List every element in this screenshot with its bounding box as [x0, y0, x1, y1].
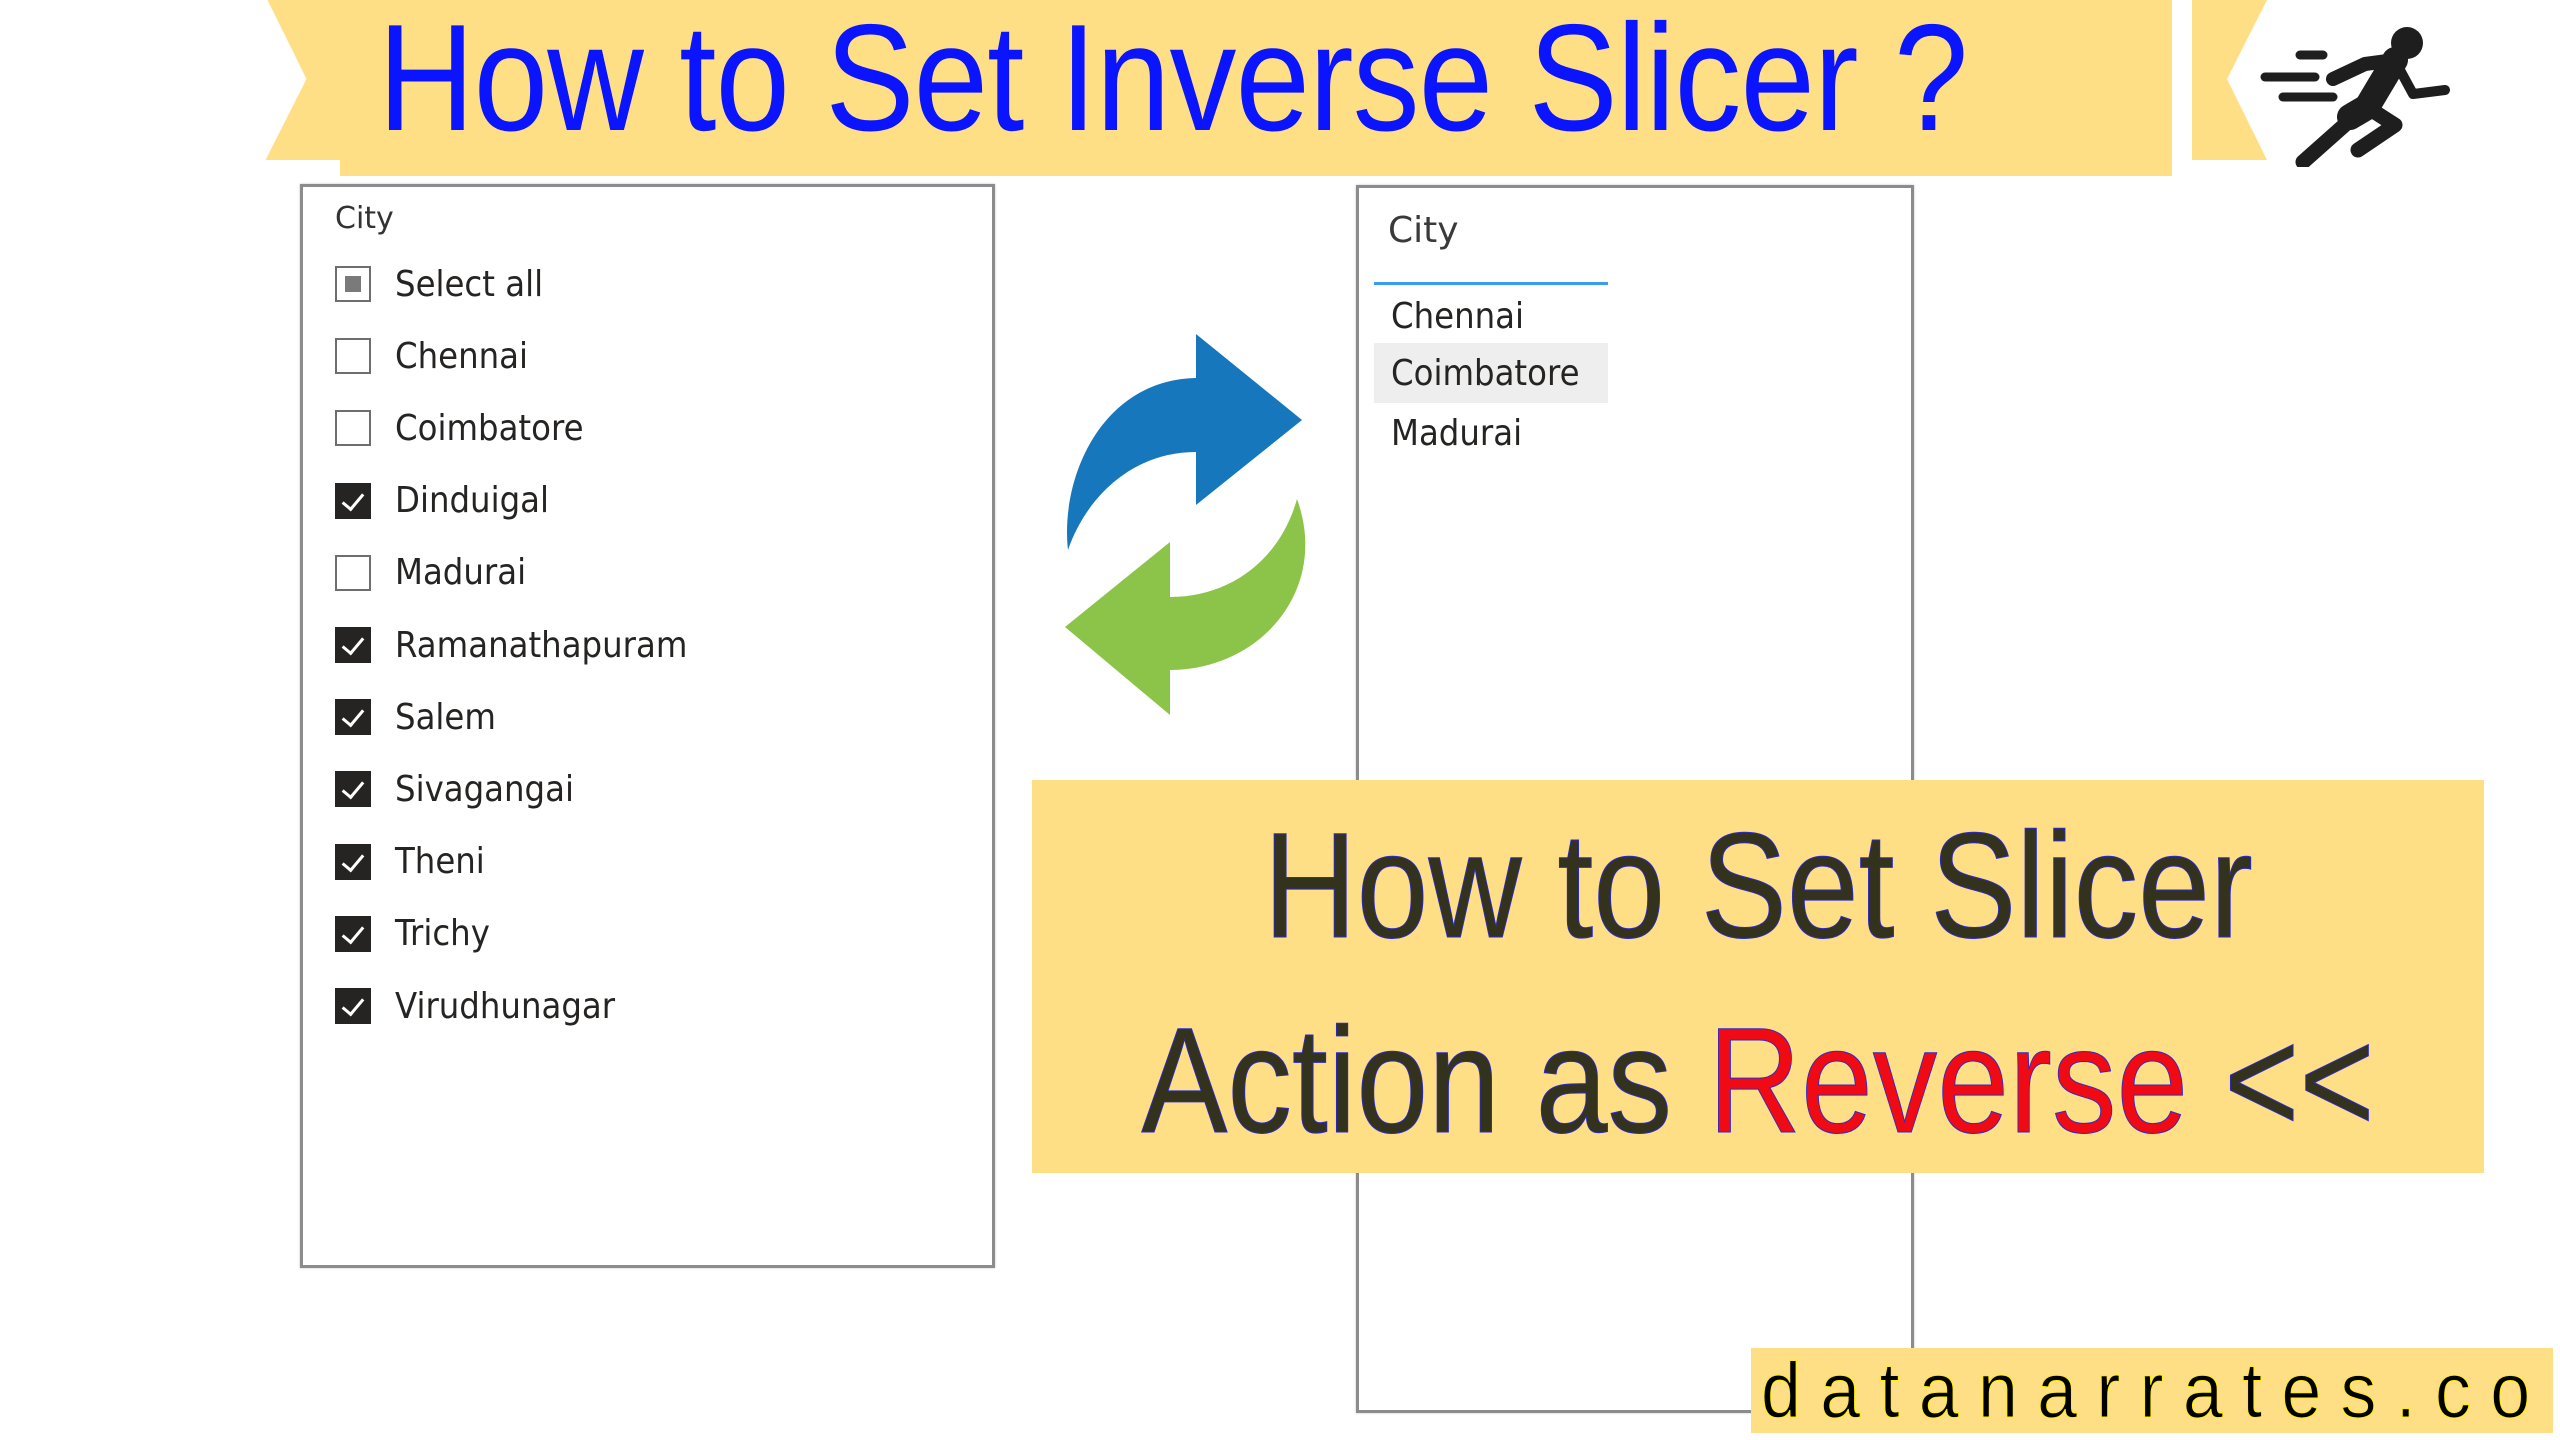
- banner-suffix: <<: [2188, 996, 2376, 1165]
- checkbox-checked[interactable]: [335, 699, 371, 736]
- option-label: Salem: [395, 696, 496, 738]
- banner-line-2: Action as Reverse <<: [1032, 995, 2484, 1165]
- checkbox-unchecked[interactable]: [335, 410, 371, 447]
- dropdown-option[interactable]: Chennai: [1374, 286, 1608, 346]
- subtitle-banner: How to Set Slicer Action as Reverse <<: [1032, 780, 2484, 1173]
- page-title: How to Set Inverse Slicer ?: [378, 0, 1968, 163]
- forward-arrow-icon: [1067, 334, 1302, 550]
- slicer-option[interactable]: Virudhunagar: [335, 984, 640, 1028]
- option-label: Madurai: [1391, 412, 1523, 454]
- option-label: Select all: [395, 263, 544, 305]
- checkbox-checked[interactable]: [335, 915, 371, 952]
- slicer-title: City: [1388, 210, 1459, 251]
- option-label: Sivagangai: [395, 768, 574, 810]
- option-label: Ramanathapuram: [395, 624, 688, 666]
- checkbox-partial[interactable]: [335, 266, 371, 302]
- checkbox-unchecked[interactable]: [335, 338, 371, 375]
- option-label: Trichy: [395, 913, 490, 955]
- checkbox-checked[interactable]: [335, 988, 371, 1024]
- slicer-option[interactable]: Coimbatore: [335, 406, 604, 450]
- option-label: Madurai: [395, 552, 527, 594]
- dropdown-option[interactable]: Madurai: [1374, 403, 1608, 463]
- option-label: Chennai: [395, 335, 529, 377]
- dropdown-underline: [1374, 282, 1608, 285]
- checkbox-checked[interactable]: [335, 771, 371, 808]
- slicer-option[interactable]: Theni: [335, 840, 495, 884]
- running-person-icon: [2260, 27, 2450, 167]
- checkbox-checked[interactable]: [335, 482, 371, 519]
- slicer-option[interactable]: Madurai: [335, 551, 541, 595]
- select-all-option[interactable]: Select all: [335, 262, 560, 306]
- checkbox-checked[interactable]: [335, 627, 371, 663]
- banner-highlight-reverse: Reverse: [1707, 996, 2189, 1165]
- slicer-option[interactable]: Chennai: [335, 334, 543, 378]
- city-slicer-list: City Select all Chennai Coimbatore Dinduiga…: [300, 184, 995, 1268]
- checkbox-checked[interactable]: [335, 843, 371, 880]
- option-label: Chennai: [1391, 295, 1525, 337]
- back-arrow-icon: [1065, 499, 1306, 715]
- option-label: Virudhunagar: [395, 985, 616, 1027]
- banner-line-1-text: How to Set Slicer: [1263, 801, 2253, 970]
- banner-line-1: How to Set Slicer: [1032, 800, 2484, 970]
- watermark: datanarrates.com: [1751, 1348, 2553, 1433]
- banner-prefix: Action as: [1141, 996, 1708, 1165]
- option-label: Coimbatore: [1391, 352, 1580, 394]
- watermark-text: datanarrates.com: [1761, 1348, 2553, 1433]
- slicer-option[interactable]: Trichy: [335, 912, 500, 956]
- slicer-option[interactable]: Sivagangai: [335, 767, 594, 811]
- checkbox-unchecked[interactable]: [335, 554, 371, 591]
- slicer-option[interactable]: Salem: [335, 695, 507, 739]
- option-label: Dinduigal: [395, 480, 550, 522]
- option-label: Coimbatore: [395, 407, 584, 449]
- swap-arrows-icon: [1065, 334, 1306, 715]
- slicer-option[interactable]: Ramanathapuram: [335, 623, 720, 667]
- dropdown-option[interactable]: Coimbatore: [1374, 343, 1608, 403]
- option-label: Theni: [395, 841, 485, 883]
- slicer-title: City: [335, 201, 394, 236]
- title-banner: How to Set Inverse Slicer ?: [340, 0, 2172, 176]
- slicer-option[interactable]: Dinduigal: [335, 479, 566, 523]
- banner-line-2-text: Action as Reverse <<: [1141, 995, 2376, 1165]
